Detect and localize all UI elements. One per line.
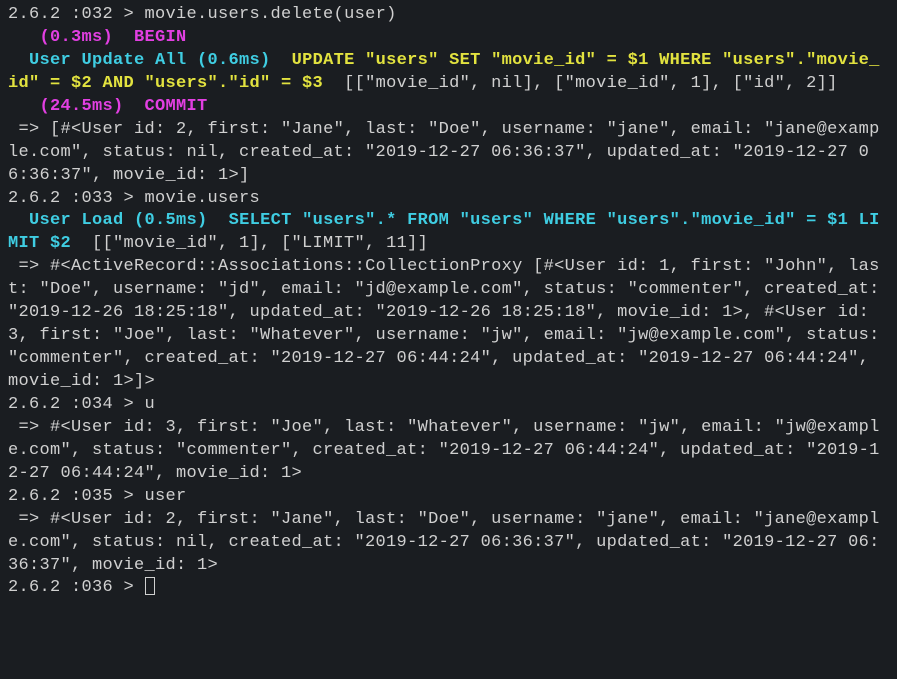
terminal-line: User Load (0.5ms) SELECT "users".* FROM … (8, 210, 889, 256)
terminal-text: movie.users (145, 189, 261, 208)
terminal-text: [["movie_id", 1], ["LIMIT", 11]] (71, 234, 428, 253)
terminal-text: [["movie_id", nil], ["movie_id", 1], ["i… (323, 74, 838, 93)
terminal-text (8, 51, 29, 70)
terminal-line: 2.6.2 :032 > movie.users.delete(user) (8, 4, 889, 27)
terminal-text: User Update All (0.6ms) (29, 51, 271, 70)
terminal-text: u (145, 395, 156, 414)
terminal-text: 2.6.2 :035 > (8, 487, 145, 506)
terminal-text: movie.users.delete(user) (145, 5, 397, 24)
terminal-text (8, 97, 40, 116)
terminal-line: => #<User id: 2, first: "Jane", last: "D… (8, 509, 889, 578)
terminal-line: => #<User id: 3, first: "Joe", last: "Wh… (8, 417, 889, 486)
cursor-icon (145, 577, 155, 595)
terminal-text: user (145, 487, 187, 506)
terminal-text: (0.3ms) (40, 28, 114, 47)
terminal-line: 2.6.2 :034 > u (8, 394, 889, 417)
terminal-text: => #<ActiveRecord::Associations::Collect… (8, 257, 890, 391)
terminal-text: 2.6.2 :032 > (8, 5, 145, 24)
terminal-text: (24.5ms) (40, 97, 124, 116)
terminal-text (124, 97, 145, 116)
terminal-text (8, 211, 29, 230)
terminal-text: 2.6.2 :036 > (8, 578, 145, 597)
terminal-line: 2.6.2 :033 > movie.users (8, 188, 889, 211)
terminal-text: User Load (0.5ms) (29, 211, 208, 230)
terminal-line: 2.6.2 :036 > (8, 577, 889, 600)
terminal-line: => [#<User id: 2, first: "Jane", last: "… (8, 119, 889, 188)
terminal-line: (0.3ms) BEGIN (8, 27, 889, 50)
terminal-text (271, 51, 292, 70)
terminal-text: BEGIN (134, 28, 187, 47)
terminal-text (113, 28, 134, 47)
terminal-text (208, 211, 229, 230)
terminal-text: 2.6.2 :033 > (8, 189, 145, 208)
terminal-output[interactable]: 2.6.2 :032 > movie.users.delete(user) (0… (8, 4, 889, 600)
terminal-text: => #<User id: 3, first: "Joe", last: "Wh… (8, 418, 880, 483)
terminal-text: => [#<User id: 2, first: "Jane", last: "… (8, 120, 880, 185)
terminal-text: => #<User id: 2, first: "Jane", last: "D… (8, 510, 880, 575)
terminal-text (8, 28, 40, 47)
terminal-line: 2.6.2 :035 > user (8, 486, 889, 509)
terminal-text: COMMIT (145, 97, 208, 116)
terminal-line: User Update All (0.6ms) UPDATE "users" S… (8, 50, 889, 96)
terminal-line: => #<ActiveRecord::Associations::Collect… (8, 256, 889, 394)
terminal-text: 2.6.2 :034 > (8, 395, 145, 414)
terminal-line: (24.5ms) COMMIT (8, 96, 889, 119)
